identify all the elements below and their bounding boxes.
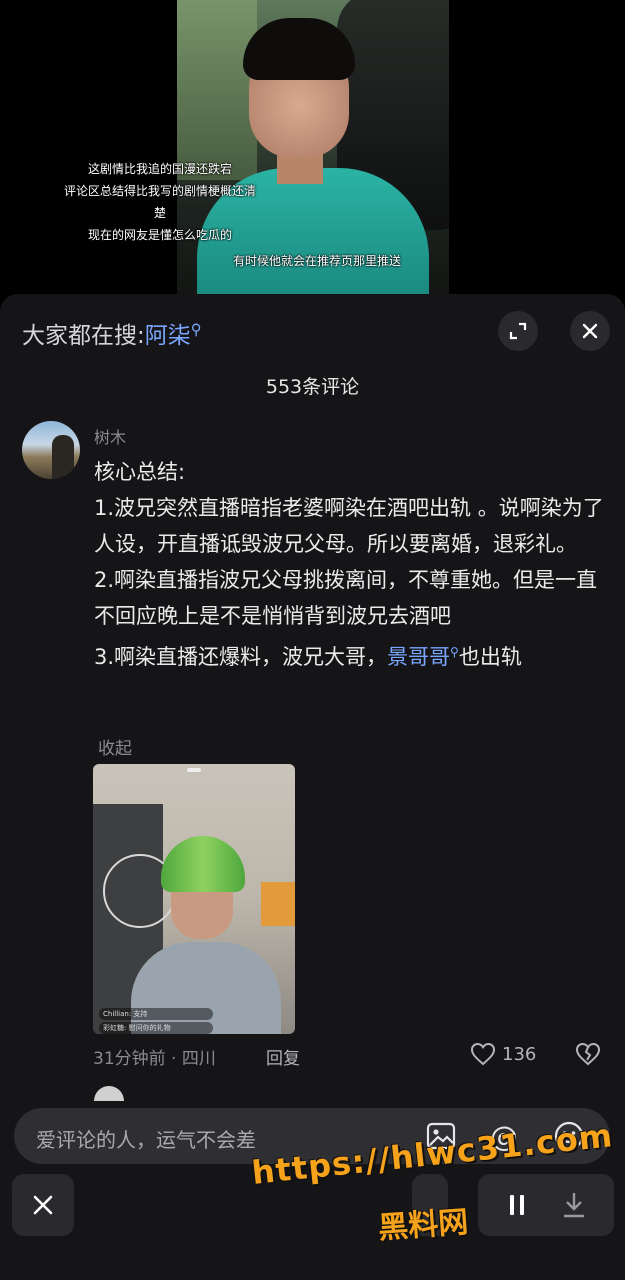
- comment-line: 1.波兄突然直播暗指老婆啊染在酒吧出轨 。说啊染为了人设，开直播诋毁波兄父母。所…: [94, 496, 604, 556]
- avatar[interactable]: [22, 421, 80, 479]
- download-icon[interactable]: [560, 1190, 588, 1220]
- comment-line: 核心总结:: [94, 460, 186, 484]
- comment-panel: 大家都在搜:阿柒⚲ 553条评论 树木 核心总结: 1.波兄突然直播暗指老婆啊染…: [0, 294, 625, 1280]
- comment-time-location: 31分钟前 · 四川: [93, 1049, 216, 1069]
- video-subtitle: 评论区总结得比我写的剧情梗概还清: [63, 184, 256, 198]
- reply-button[interactable]: 回复: [266, 1044, 300, 1069]
- comment-line: 2.啊染直播指波兄父母挑拨离间，不尊重她。但是一直不回应晚上是不是悄悄背到波兄去…: [94, 568, 598, 628]
- comment-username[interactable]: 树木: [94, 424, 126, 448]
- comment-text[interactable]: 核心总结: 1.波兄突然直播暗指老婆啊染在酒吧出轨 。说啊染为了人设，开直播诋毁…: [94, 454, 604, 675]
- exit-button[interactable]: [12, 1174, 74, 1236]
- avatar-figure: [52, 435, 74, 479]
- comment-line-prefix: 3.啊染直播还爆料，波兄大哥，: [94, 645, 388, 669]
- next-comment-avatar[interactable]: [94, 1086, 124, 1101]
- comment-search-link[interactable]: 景哥哥: [387, 645, 450, 669]
- video-subtitle: 这剧情比我追的国漫还跌宕: [87, 162, 232, 176]
- comment-count: 553条评论: [265, 376, 360, 398]
- comment-line-suffix: 也出轨: [458, 645, 522, 669]
- image-wall-frame: [261, 882, 295, 926]
- trending-search-keyword[interactable]: 阿柒: [145, 323, 191, 349]
- image-status-bar: [187, 768, 201, 772]
- image-chat-message: Chillian: 支持: [99, 1008, 213, 1020]
- playback-controls: [478, 1174, 614, 1236]
- comment-line: 3.啊染直播还爆料，波兄大哥，景哥哥⚲也出轨: [94, 634, 604, 675]
- comment-image[interactable]: Chillian: 支持 彩虹糖: 慰问你的礼物: [93, 764, 295, 1034]
- comment-input-placeholder[interactable]: 爱评论的人，运气不会差: [36, 1124, 256, 1153]
- heart-icon: [470, 1042, 496, 1066]
- video-player[interactable]: 这剧情比我追的国漫还跌宕 评论区总结得比我写的剧情梗概还清 楚 现在的网友是懂怎…: [0, 0, 625, 294]
- close-icon: [582, 323, 598, 339]
- trending-search[interactable]: 大家都在搜:阿柒⚲: [22, 316, 202, 350]
- watermark-name: 黑料网: [377, 1204, 470, 1247]
- broken-heart-icon: [575, 1042, 601, 1066]
- close-icon: [33, 1195, 53, 1215]
- image-person-body: [131, 942, 281, 1034]
- like-button[interactable]: 136: [470, 1042, 536, 1066]
- search-icon: ⚲: [190, 320, 202, 339]
- video-subtitle-speech: 有时候他就会在推荐页那里推送: [232, 254, 401, 268]
- video-subtitle: 现在的网友是懂怎么吃瓜的: [87, 228, 232, 242]
- collapse-button[interactable]: 收起: [98, 734, 132, 759]
- search-icon: ⚲: [450, 645, 459, 659]
- image-watermelon-helmet: [161, 836, 245, 892]
- video-frame[interactable]: [177, 0, 449, 294]
- expand-button[interactable]: [498, 311, 538, 351]
- car-window: [177, 0, 257, 180]
- video-subtitle: 楚: [153, 206, 166, 220]
- close-panel-button[interactable]: [570, 311, 610, 351]
- expand-icon: [509, 322, 527, 340]
- like-count: 136: [502, 1043, 537, 1065]
- pause-icon[interactable]: [504, 1192, 530, 1218]
- image-chat-message: 彩虹糖: 慰问你的礼物: [99, 1022, 213, 1034]
- dislike-button[interactable]: [575, 1042, 601, 1070]
- trending-search-prefix: 大家都在搜:: [22, 323, 145, 349]
